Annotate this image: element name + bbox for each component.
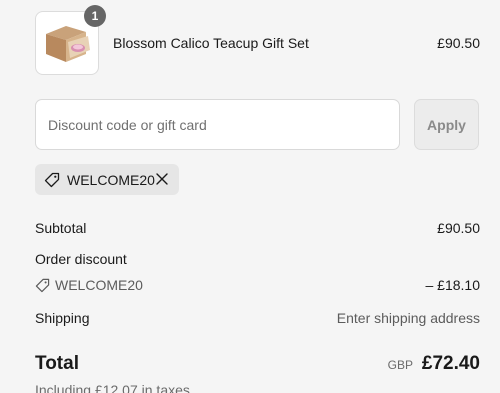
apply-discount-button[interactable]: Apply: [414, 99, 479, 150]
tag-icon: [35, 278, 50, 298]
total-label: Total: [35, 353, 79, 374]
order-discount-label: Order discount: [35, 251, 127, 267]
total-amount: £72.40: [421, 353, 480, 374]
product-name: Blossom Calico Teacup Gift Set: [113, 35, 309, 51]
close-icon[interactable]: [155, 172, 169, 191]
quantity-badge: 1: [84, 5, 106, 27]
product-price: £90.50: [437, 35, 480, 51]
order-discount-value: – £18.10: [425, 277, 481, 293]
tag-icon: [44, 172, 60, 193]
applied-discount-chip: WELCOME20: [35, 164, 179, 195]
discount-code-input[interactable]: [35, 99, 400, 150]
order-discount-code: WELCOME20: [55, 277, 143, 293]
tax-note: Including £12.07 in taxes: [35, 382, 190, 393]
applied-discount-code: WELCOME20: [67, 172, 155, 188]
cart-line-item: 1 Blossom Calico Teacup Gift Set £90.50: [35, 5, 480, 75]
total-currency: GBP: [387, 358, 413, 372]
subtotal-label: Subtotal: [35, 220, 87, 236]
subtotal-value: £90.50: [437, 220, 480, 236]
shipping-label: Shipping: [35, 310, 90, 326]
product-image: [46, 26, 90, 62]
shipping-value: Enter shipping address: [336, 310, 480, 326]
product-thumbnail: 1: [35, 5, 106, 75]
